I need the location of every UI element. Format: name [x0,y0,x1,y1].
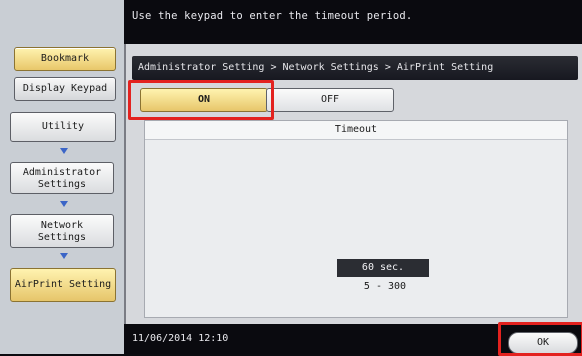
sidebar-item-network-settings[interactable]: Network Settings [10,214,114,248]
breadcrumb: Administrator Setting > Network Settings… [132,56,578,80]
timeout-title: Timeout [334,124,378,135]
timeout-panel: Timeout 60 sec. 5 - 300 [144,120,568,318]
timeout-header: Timeout [145,121,567,140]
down-arrow-icon [60,148,68,154]
left-panel: Bookmark Display Keypad Utility Administ… [0,0,124,354]
device-screen: Use the keypad to enter the timeout peri… [0,0,582,356]
down-arrow-icon [60,253,68,259]
down-arrow-icon [60,201,68,207]
timeout-value-field[interactable]: 60 sec. [337,259,429,277]
sidebar-item-administrator-settings[interactable]: Administrator Settings [10,162,114,194]
off-button[interactable]: OFF [266,88,394,112]
message-text: Use the keypad to enter the timeout peri… [132,10,413,22]
sidebar-item-airprint-setting[interactable]: AirPrint Setting [10,268,116,302]
timeout-range: 5 - 300 [363,281,407,292]
sidebar-item-utility[interactable]: Utility [10,112,116,142]
display-keypad-button[interactable]: Display Keypad [14,77,116,101]
bookmark-button[interactable]: Bookmark [14,47,116,71]
highlight-box-on [128,80,274,120]
message-bar: Use the keypad to enter the timeout peri… [124,0,582,44]
highlight-box-ok [498,322,582,356]
datetime: 11/06/2014 12:10 [132,333,229,344]
